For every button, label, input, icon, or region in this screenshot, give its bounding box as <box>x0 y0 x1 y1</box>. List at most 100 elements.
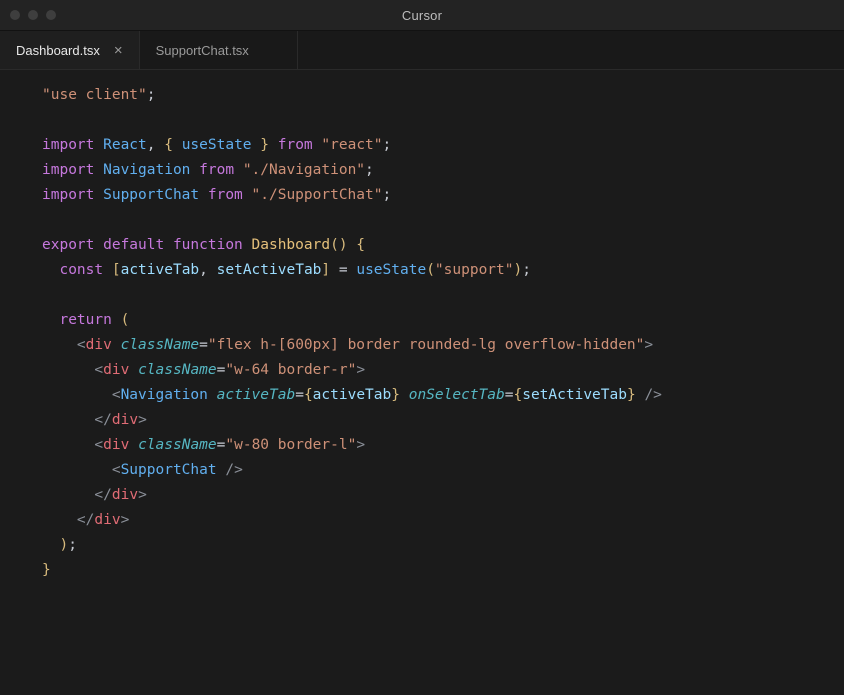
code-token: return <box>59 312 120 328</box>
code-token: ( <box>426 262 435 278</box>
code-token: "support" <box>435 262 514 278</box>
code-token: [ <box>112 262 121 278</box>
code-token <box>42 487 94 503</box>
code-token: div <box>112 487 138 503</box>
code-line[interactable]: <Navigation activeTab={activeTab} onSele… <box>42 383 844 408</box>
maximize-window-button[interactable] <box>46 10 56 20</box>
code-token: from <box>269 137 321 153</box>
code-token: "./SupportChat" <box>252 187 383 203</box>
code-line[interactable]: <div className="w-80 border-l"> <box>42 433 844 458</box>
code-token: } <box>627 387 636 403</box>
minimize-window-button[interactable] <box>28 10 38 20</box>
code-token: div <box>103 362 129 378</box>
code-token: export default function <box>42 237 252 253</box>
title-bar: Cursor <box>0 0 844 31</box>
close-window-button[interactable] <box>10 10 20 20</box>
code-line[interactable]: const [activeTab, setActiveTab] = useSta… <box>42 258 844 283</box>
code-token: className <box>138 437 217 453</box>
code-token: from <box>199 187 251 203</box>
code-token: useState <box>356 262 426 278</box>
code-line[interactable]: <div className="flex h-[600px] border ro… <box>42 333 844 358</box>
code-editor[interactable]: "use client"; import React, { useState }… <box>0 70 844 695</box>
code-token: { <box>304 387 313 403</box>
code-token <box>42 262 59 278</box>
code-token: = <box>199 337 208 353</box>
code-token: div <box>86 337 112 353</box>
code-token: = <box>295 387 304 403</box>
code-line[interactable]: return ( <box>42 308 844 333</box>
code-token: } <box>252 137 269 153</box>
code-token: div <box>112 412 138 428</box>
code-token: , <box>199 262 216 278</box>
code-token <box>112 337 121 353</box>
code-line[interactable]: ); <box>42 533 844 558</box>
cursor-window: Cursor Dashboard.tsx × SupportChat.tsx "… <box>0 0 844 695</box>
code-token: < <box>77 337 86 353</box>
code-token: ] <box>321 262 330 278</box>
code-token: "flex h-[600px] border rounded-lg overfl… <box>208 337 645 353</box>
window-title: Cursor <box>402 8 442 23</box>
code-line[interactable]: import Navigation from "./Navigation"; <box>42 158 844 183</box>
code-line[interactable] <box>42 283 844 308</box>
code-line[interactable]: import SupportChat from "./SupportChat"; <box>42 183 844 208</box>
code-line[interactable]: </div> <box>42 508 844 533</box>
code-token: ; <box>68 537 77 553</box>
code-token: < <box>94 362 103 378</box>
code-token: ) <box>59 537 68 553</box>
code-token: > <box>644 337 653 353</box>
code-token: ; <box>365 162 374 178</box>
code-token: < <box>94 437 103 453</box>
code-token <box>42 337 77 353</box>
code-token: "w-64 border-r" <box>225 362 356 378</box>
code-token: > <box>138 487 147 503</box>
code-token <box>42 462 112 478</box>
code-line[interactable] <box>42 208 844 233</box>
code-token: ; <box>147 87 156 103</box>
code-line[interactable] <box>42 108 844 133</box>
code-token: import <box>42 162 103 178</box>
code-token <box>348 237 357 253</box>
code-token: div <box>103 437 129 453</box>
code-token: import <box>42 137 103 153</box>
code-token: { <box>513 387 522 403</box>
tab-bar: Dashboard.tsx × SupportChat.tsx <box>0 31 844 70</box>
code-line[interactable]: import React, { useState } from "react"; <box>42 133 844 158</box>
code-token <box>42 537 59 553</box>
code-line[interactable]: <div className="w-64 border-r"> <box>42 358 844 383</box>
code-token: /> <box>636 387 662 403</box>
code-token: setActiveTab <box>522 387 627 403</box>
tab-dashboard[interactable]: Dashboard.tsx × <box>0 31 140 69</box>
code-token: } <box>42 562 51 578</box>
code-token: > <box>356 362 365 378</box>
code-token: { <box>356 237 365 253</box>
code-token: const <box>59 262 111 278</box>
code-token: className <box>121 337 200 353</box>
code-token: ) <box>514 262 523 278</box>
code-token: </ <box>77 512 94 528</box>
code-token: className <box>138 362 217 378</box>
code-token: div <box>94 512 120 528</box>
code-line[interactable]: export default function Dashboard() { <box>42 233 844 258</box>
code-token: } <box>391 387 400 403</box>
tab-dashboard-label: Dashboard.tsx <box>16 43 100 58</box>
code-line[interactable]: } <box>42 558 844 583</box>
code-token: > <box>356 437 365 453</box>
code-line[interactable]: "use client"; <box>42 83 844 108</box>
code-line[interactable]: </div> <box>42 408 844 433</box>
code-line[interactable]: <SupportChat /> <box>42 458 844 483</box>
code-line[interactable]: </div> <box>42 483 844 508</box>
code-token: SupportChat <box>121 462 217 478</box>
code-token: ; <box>382 187 391 203</box>
tab-supportchat-label: SupportChat.tsx <box>156 43 249 58</box>
code-token: import <box>42 187 103 203</box>
code-token <box>129 437 138 453</box>
code-token: ( <box>121 312 130 328</box>
code-token: /> <box>217 462 243 478</box>
code-token: Navigation <box>103 162 190 178</box>
code-token: SupportChat <box>103 187 199 203</box>
code-token <box>208 387 217 403</box>
tab-supportchat[interactable]: SupportChat.tsx <box>140 31 298 69</box>
close-tab-icon[interactable]: × <box>114 43 123 58</box>
code-token: () <box>330 237 347 253</box>
code-token: Dashboard <box>252 237 331 253</box>
